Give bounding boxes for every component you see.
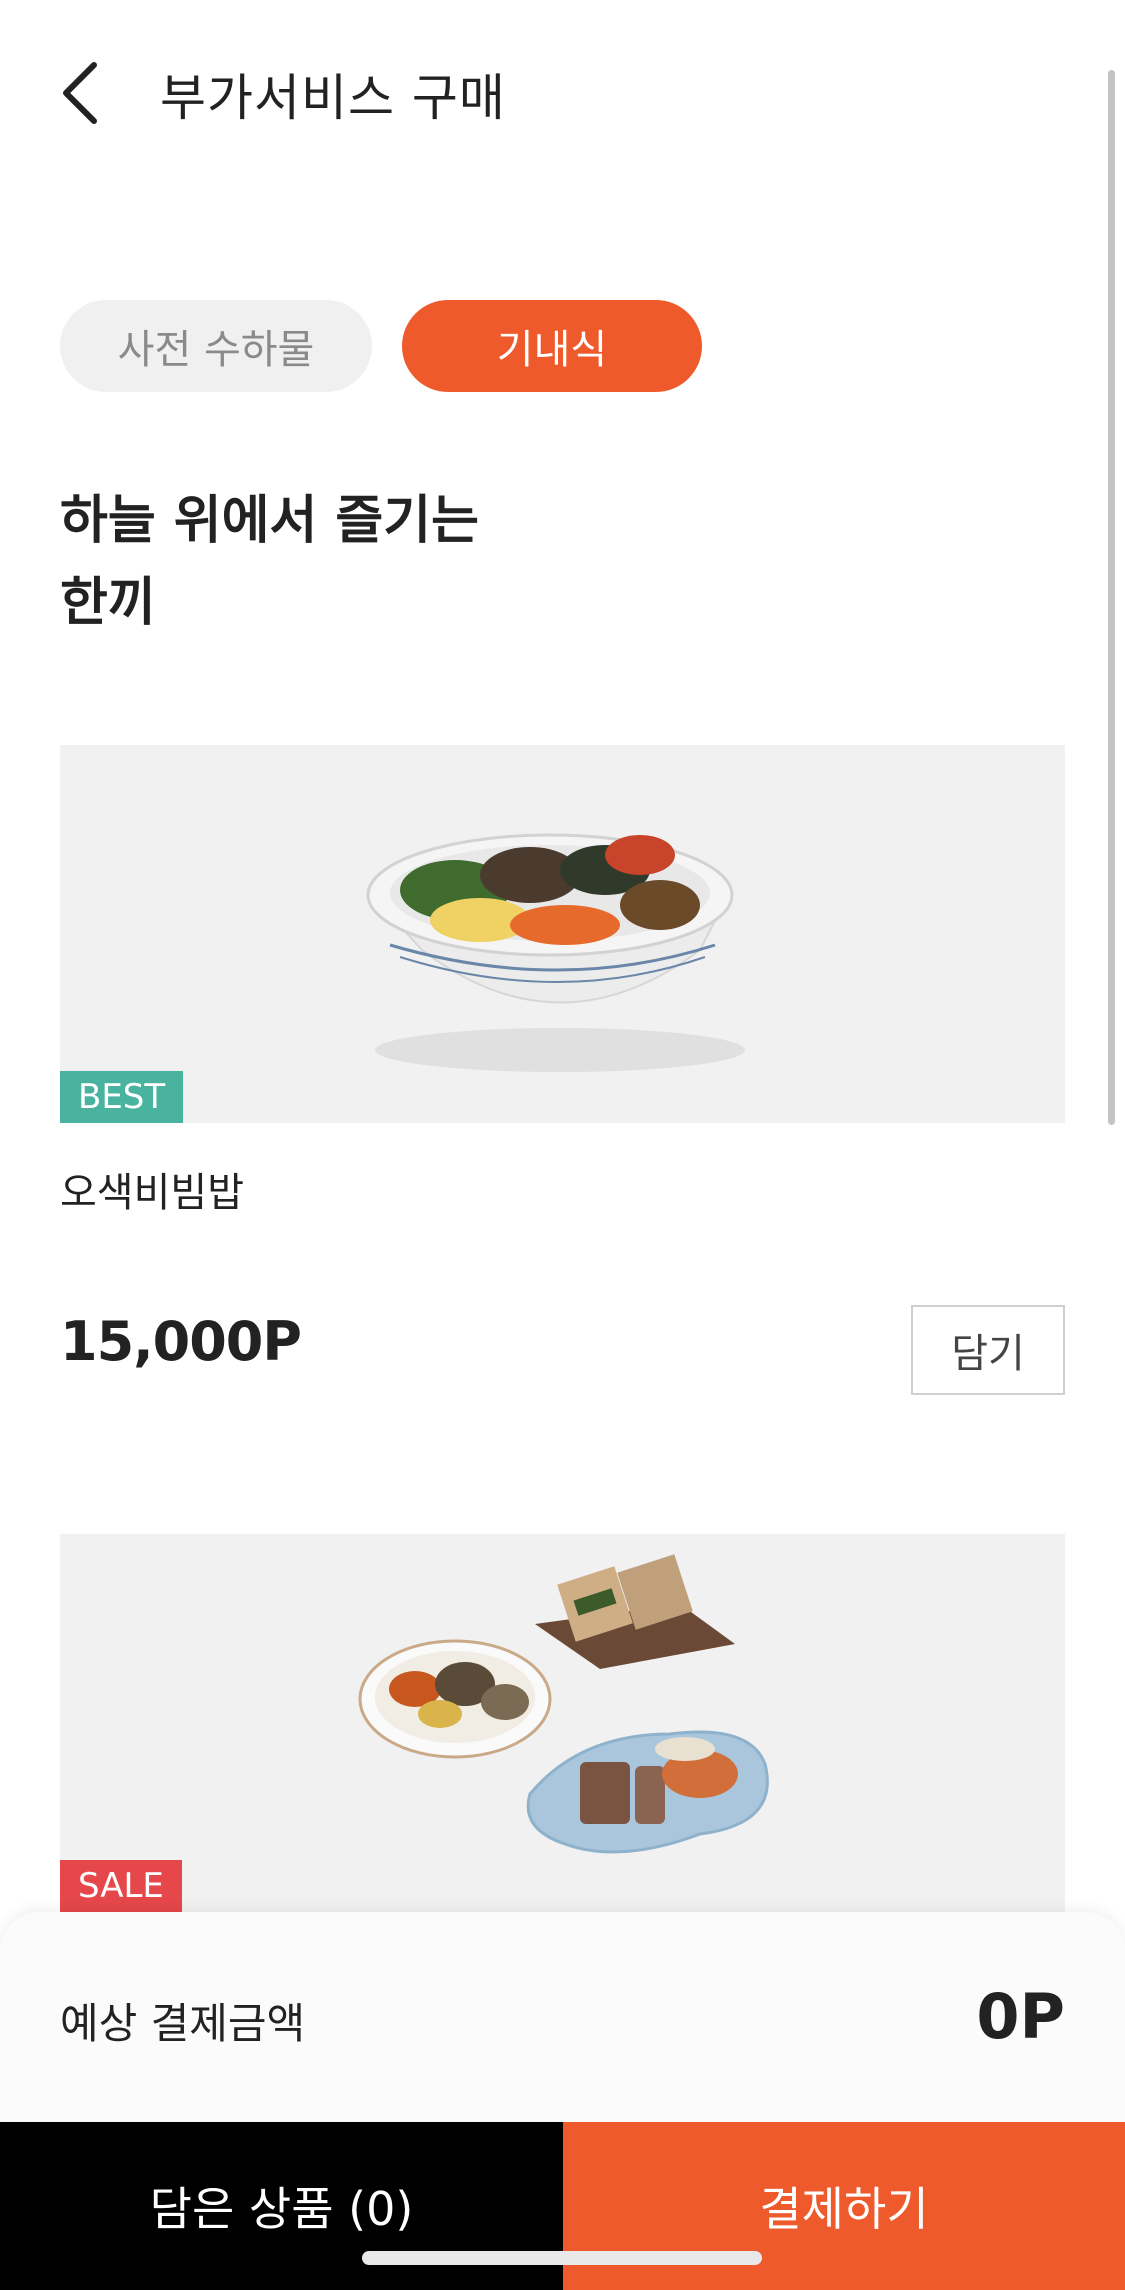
header: 부가서비스 구매 (0, 0, 1125, 190)
product-card: SALE (60, 1534, 1065, 1912)
product-name: 오색비빔밥 (60, 1170, 244, 1216)
home-indicator[interactable] (362, 2251, 762, 2265)
scrollbar[interactable] (1108, 70, 1115, 1125)
tab-pre-baggage[interactable]: 사전 수하물 (60, 300, 372, 392)
product-image[interactable]: SALE (60, 1534, 1065, 1912)
page-title: 부가서비스 구매 (160, 69, 506, 127)
summary-value: 0P (976, 1980, 1065, 2053)
meal-set-image (358, 1554, 769, 1854)
section-headline: 하늘 위에서 즐기는 한끼 (60, 480, 479, 644)
summary-label: 예상 결제금액 (60, 1999, 306, 2048)
best-badge: BEST (60, 1071, 184, 1123)
product-card: BEST 오색비빔밥 15,000P 담기 (60, 745, 1065, 1445)
chevron-left-icon (63, 61, 97, 124)
bibimbap-bowl-image (366, 833, 745, 1072)
headline-line-2: 한끼 (60, 573, 156, 633)
sale-badge: SALE (60, 1860, 182, 1912)
payment-summary: 예상 결제금액 0P (0, 1912, 1125, 2122)
product-price: 15,000P (60, 1310, 302, 1373)
headline-line-1: 하늘 위에서 즐기는 (60, 491, 479, 551)
tab-inflight-meal[interactable]: 기내식 (402, 300, 702, 392)
back-button[interactable] (50, 55, 110, 130)
product-image[interactable]: BEST (60, 745, 1065, 1123)
add-to-cart-button[interactable]: 담기 (911, 1305, 1065, 1395)
category-tabs: 사전 수하물 기내식 (60, 300, 702, 392)
